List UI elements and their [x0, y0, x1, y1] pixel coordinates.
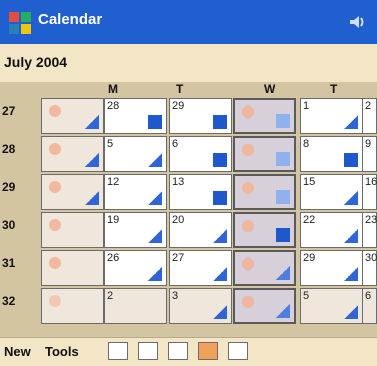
day-header-t2: T	[330, 82, 338, 96]
date-label: 26	[107, 252, 120, 264]
year-view-icon[interactable]	[228, 342, 248, 360]
month-label[interactable]: July 2004	[4, 54, 67, 70]
date-label: 6	[365, 290, 372, 302]
date-label: 27	[172, 252, 185, 264]
day-header-t: T	[176, 82, 184, 96]
date-label: 9	[365, 138, 372, 150]
day-cell[interactable]	[41, 174, 104, 210]
date-label: 15	[303, 176, 316, 188]
day-cell[interactable]: 30	[362, 250, 377, 286]
date-label: 2	[365, 100, 372, 112]
week-number: 32	[2, 294, 16, 308]
day-cell[interactable]: 8	[300, 136, 363, 172]
speaker-icon[interactable]	[347, 12, 367, 32]
week-grid: M T W T 27 28 29 30 31 32 28 29 1 2 5 6 …	[0, 82, 377, 337]
date-label: 30	[365, 252, 377, 264]
date-label: 20	[172, 214, 185, 226]
date-label: 5	[107, 138, 114, 150]
new-menu[interactable]: New	[4, 344, 31, 359]
date-label: 19	[107, 214, 120, 226]
day-cell[interactable]	[41, 98, 104, 134]
day-cell-selected[interactable]	[233, 174, 296, 210]
week-number: 29	[2, 180, 16, 194]
date-label: 3	[172, 290, 179, 302]
day-cell[interactable]: 29	[300, 250, 363, 286]
start-menu-icon[interactable]	[8, 11, 32, 35]
date-label: 6	[172, 138, 179, 150]
date-label: 29	[303, 252, 316, 264]
day-cell[interactable]	[41, 288, 104, 324]
day-view-icon[interactable]	[138, 342, 158, 360]
day-cell[interactable]: 22	[300, 212, 363, 248]
day-cell[interactable]: 27	[169, 250, 232, 286]
day-cell[interactable]: 26	[104, 250, 167, 286]
day-cell[interactable]: 16	[362, 174, 377, 210]
day-cell[interactable]: 3	[169, 288, 232, 324]
day-cell[interactable]: 1	[300, 98, 363, 134]
day-cell[interactable]: 5	[104, 136, 167, 172]
day-cell[interactable]	[41, 250, 104, 286]
day-cell-selected[interactable]	[233, 288, 296, 324]
day-cell-selected[interactable]	[233, 212, 296, 248]
day-cell-selected[interactable]	[233, 98, 296, 134]
day-cell-selected[interactable]	[233, 250, 296, 286]
day-cell[interactable]: 2	[104, 288, 167, 324]
week-number: 27	[2, 104, 16, 118]
day-cell[interactable]: 28	[104, 98, 167, 134]
day-cell[interactable]: 29	[169, 98, 232, 134]
date-label: 5	[303, 290, 310, 302]
calendar-app: Calendar July 2004 M T W T 27 28 29 30 3…	[0, 0, 377, 366]
date-label: 1	[303, 100, 310, 112]
week-number: 28	[2, 142, 16, 156]
app-title: Calendar	[38, 11, 103, 28]
month-view-icon[interactable]	[198, 342, 218, 360]
day-cell[interactable]: 6	[169, 136, 232, 172]
day-header-m: M	[108, 82, 118, 96]
date-label: 23	[365, 214, 377, 226]
week-number: 30	[2, 218, 16, 232]
date-label: 16	[365, 176, 377, 188]
date-label: 29	[172, 100, 185, 112]
week-number: 31	[2, 256, 16, 270]
day-cell[interactable]: 19	[104, 212, 167, 248]
date-label: 22	[303, 214, 316, 226]
day-cell[interactable]	[41, 212, 104, 248]
day-cell[interactable]: 9	[362, 136, 377, 172]
date-label: 12	[107, 176, 120, 188]
date-label: 8	[303, 138, 310, 150]
date-label: 13	[172, 176, 185, 188]
day-cell[interactable]: 23	[362, 212, 377, 248]
day-cell[interactable]: 15	[300, 174, 363, 210]
month-bar: July 2004	[0, 44, 377, 82]
date-label: 28	[107, 100, 120, 112]
title-bar: Calendar	[0, 0, 377, 44]
day-cell[interactable]: 12	[104, 174, 167, 210]
day-cell[interactable]: 13	[169, 174, 232, 210]
day-cell[interactable]: 20	[169, 212, 232, 248]
day-cell[interactable]	[41, 136, 104, 172]
day-cell[interactable]: 6	[362, 288, 377, 324]
tools-menu[interactable]: Tools	[45, 344, 79, 359]
date-label: 2	[107, 290, 114, 302]
agenda-view-icon[interactable]	[108, 342, 128, 360]
day-cell-selected[interactable]	[233, 136, 296, 172]
bottom-toolbar: New Tools	[0, 337, 377, 366]
day-cell[interactable]: 2	[362, 98, 377, 134]
day-cell[interactable]: 5	[300, 288, 363, 324]
week-view-icon[interactable]	[168, 342, 188, 360]
day-header-w: W	[264, 82, 276, 96]
